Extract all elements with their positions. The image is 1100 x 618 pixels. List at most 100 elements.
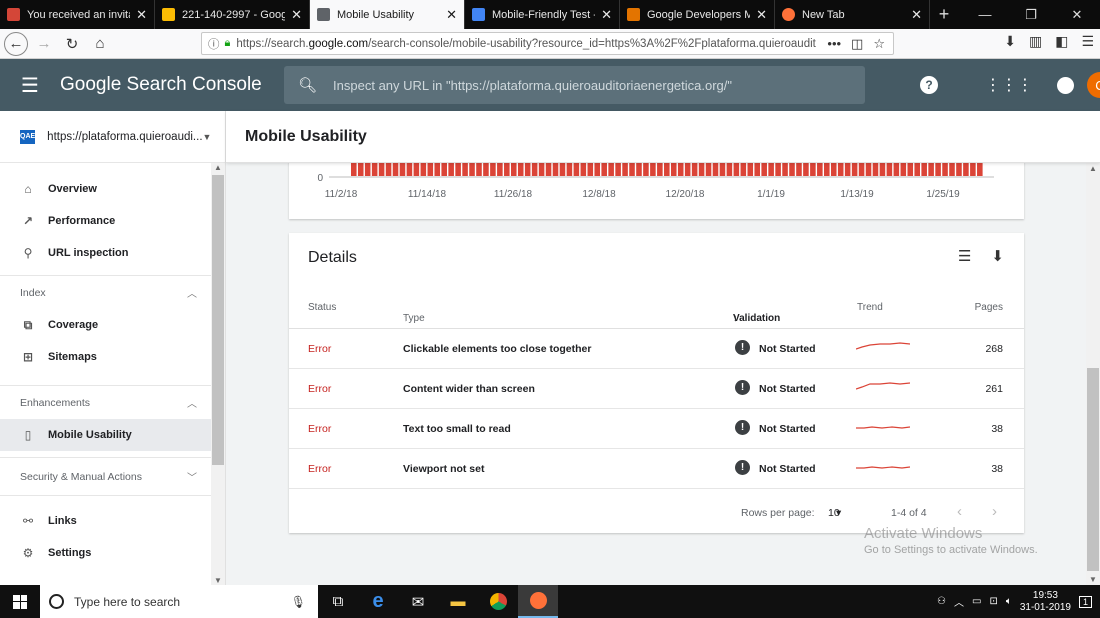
chrome-icon[interactable] — [478, 585, 518, 618]
apps-grid-icon[interactable]: ⋮⋮⋮ — [985, 75, 1033, 95]
volume-icon[interactable]: 🔈︎ — [1006, 596, 1012, 607]
microphone-icon[interactable]: 🎙︎ — [291, 595, 306, 609]
scrollbar-thumb[interactable] — [1087, 368, 1099, 571]
sidebar-item-label: URL inspection — [48, 247, 129, 259]
forward-button[interactable]: → — [32, 32, 56, 56]
close-window-icon[interactable]: ✕ — [1054, 0, 1100, 29]
library-icon[interactable]: ▥ — [1029, 33, 1042, 50]
hamburger-menu-icon[interactable]: ☰ — [0, 73, 60, 98]
browser-tab-developers[interactable]: Google Developers Mobi ✕ — [620, 0, 775, 29]
table-row[interactable]: Error Clickable elements too close toget… — [289, 329, 1024, 369]
sidebar-item-coverage[interactable]: ⧉ Coverage — [0, 309, 225, 341]
scrollbar-thumb[interactable] — [212, 175, 224, 465]
sidebar-item-label: Performance — [48, 215, 116, 227]
col-status[interactable]: Status — [308, 302, 336, 313]
page-actions-icon[interactable]: ••• — [827, 36, 841, 52]
table-pagination: Rows per page: 10 ▾ 1-4 of 4 ‹ › — [289, 497, 1024, 527]
row-status: Error — [308, 423, 332, 435]
taskbar-search[interactable]: Type here to search 🎙︎ — [40, 585, 318, 618]
pocket-icon[interactable]: ◫ — [851, 36, 863, 52]
sidebar-item-mobile-usability[interactable]: ▯ Mobile Usability — [0, 419, 225, 451]
browser-tab-ads[interactable]: 221-140-2997 - Google A ✕ — [155, 0, 310, 29]
scroll-up-icon[interactable]: ▲ — [214, 163, 222, 172]
edge-icon[interactable]: e — [358, 585, 398, 618]
chevron-up-icon[interactable]: ︿ — [954, 594, 964, 609]
sidebar-section-enhancements[interactable]: Enhancements ︿ — [0, 385, 225, 419]
browser-tab-mobile-friendly[interactable]: Mobile-Friendly Test - Go ✕ — [465, 0, 620, 29]
home-button[interactable]: ⌂ — [88, 32, 112, 56]
bookmark-star-icon[interactable]: ☆ — [873, 36, 885, 52]
close-tab-icon[interactable]: ✕ — [756, 7, 767, 23]
scroll-down-icon[interactable]: ▼ — [214, 576, 222, 585]
sidebar-item-performance[interactable]: ↗ Performance — [0, 205, 225, 237]
mail-icon[interactable]: ✉ — [398, 585, 438, 618]
sidebar-item-label: Sitemaps — [48, 351, 97, 363]
restore-icon[interactable]: ❐ — [1008, 0, 1054, 29]
sidebar-item-sitemaps[interactable]: ⊞ Sitemaps — [0, 341, 225, 373]
main-scrollbar[interactable]: ▲ ▼ — [1086, 163, 1100, 585]
address-bar[interactable]: ⓘ 🔒︎ https://search.google.com/search-co… — [201, 32, 894, 55]
sidebar-section-security[interactable]: Security & Manual Actions ﹀ — [0, 457, 225, 495]
next-page-icon[interactable]: › — [992, 503, 997, 520]
close-tab-icon[interactable]: ✕ — [291, 7, 302, 23]
url-text[interactable]: https://search.google.com/search-console… — [236, 38, 819, 50]
table-row[interactable]: Error Viewport not set ! Not Started 38 — [289, 449, 1024, 489]
taskbar-clock[interactable]: 19:53 31-01-2019 — [1020, 590, 1071, 614]
prev-page-icon[interactable]: ‹ — [957, 503, 962, 520]
col-pages[interactable]: Pages — [975, 302, 1003, 313]
battery-icon[interactable]: ▭ — [972, 596, 981, 607]
sidebar-section-index[interactable]: Index ︿ — [0, 275, 225, 309]
sidebar-item-links[interactable]: ⚯ Links — [0, 505, 225, 537]
inspect-url-search[interactable]: 🔍︎ Inspect any URL in "https://plataform… — [284, 66, 865, 104]
back-button[interactable]: ← — [4, 31, 28, 56]
sidebar-icon[interactable]: ◧ — [1055, 33, 1068, 50]
property-url: https://plataforma.quieroaudi... — [47, 130, 203, 143]
reload-button[interactable]: ↻ — [60, 32, 84, 56]
browser-tab-gmail[interactable]: You received an invitatio ✕ — [0, 0, 155, 29]
chart-y-tick: 0 — [317, 173, 323, 184]
home-icon: ⌂ — [24, 182, 32, 196]
close-tab-icon[interactable]: ✕ — [446, 7, 457, 23]
firefox-icon[interactable] — [518, 585, 558, 618]
close-tab-icon[interactable]: ✕ — [911, 7, 922, 23]
table-row[interactable]: Error Content wider than screen ! Not St… — [289, 369, 1024, 409]
sidebar-item-overview[interactable]: ⌂ Overview — [0, 173, 225, 205]
minimize-icon[interactable]: — — [962, 0, 1008, 29]
sidebar-scrollbar[interactable]: ▲ ▼ — [211, 163, 225, 585]
avatar[interactable]: C — [1087, 72, 1100, 98]
new-tab-button[interactable]: + — [930, 0, 958, 29]
tab-title: Mobile-Friendly Test - Go — [492, 8, 595, 21]
close-tab-icon[interactable]: ✕ — [136, 7, 147, 23]
notifications-icon[interactable] — [1057, 76, 1074, 94]
browser-tab-mobile-usability[interactable]: Mobile Usability ✕ — [310, 0, 465, 29]
app-brand[interactable]: Google Search Console — [60, 74, 284, 96]
download-icon[interactable]: ⬇ — [1004, 33, 1016, 50]
network-icon[interactable]: ⊡ — [989, 596, 997, 607]
alert-icon: ! — [735, 420, 750, 435]
sidebar-item-url-inspection[interactable]: ⚲ URL inspection — [0, 237, 225, 269]
filter-icon[interactable]: ☰ — [958, 247, 971, 265]
download-icon[interactable]: ⬇ — [991, 247, 1004, 265]
scroll-up-icon[interactable]: ▲ — [1089, 164, 1097, 173]
start-button[interactable] — [0, 585, 40, 618]
trend-sparkline — [856, 382, 910, 390]
browser-tab-new[interactable]: New Tab ✕ — [775, 0, 930, 29]
help-icon[interactable]: ? — [920, 76, 938, 94]
toolbar-right: ⬇ ▥ ◧ ☰ — [1004, 33, 1094, 50]
table-header: Status Type ↑ Validation ↓ Trend Pages — [289, 291, 1024, 329]
mobile-friendly-icon — [472, 8, 485, 21]
row-validation: Not Started — [759, 463, 816, 475]
details-card: Details ☰ ⬇ Status Type ↑ Validation ↓ T… — [289, 233, 1024, 533]
table-row[interactable]: Error Text too small to read ! Not Start… — [289, 409, 1024, 449]
people-icon[interactable]: ⚇ — [937, 596, 946, 607]
property-selector[interactable]: QAE https://plataforma.quieroaudi... ▼ — [0, 111, 225, 163]
notification-center-icon[interactable]: 1 — [1078, 595, 1092, 608]
close-tab-icon[interactable]: ✕ — [601, 7, 612, 23]
file-explorer-icon[interactable]: ▬ — [438, 585, 478, 618]
sidebar-item-settings[interactable]: ⚙ Settings — [0, 537, 225, 569]
task-view-icon[interactable]: ⧉ — [318, 585, 358, 618]
scroll-down-icon[interactable]: ▼ — [1089, 575, 1097, 584]
row-pages: 38 — [991, 423, 1003, 435]
info-icon[interactable]: ⓘ — [208, 36, 220, 52]
menu-icon[interactable]: ☰ — [1081, 33, 1094, 50]
